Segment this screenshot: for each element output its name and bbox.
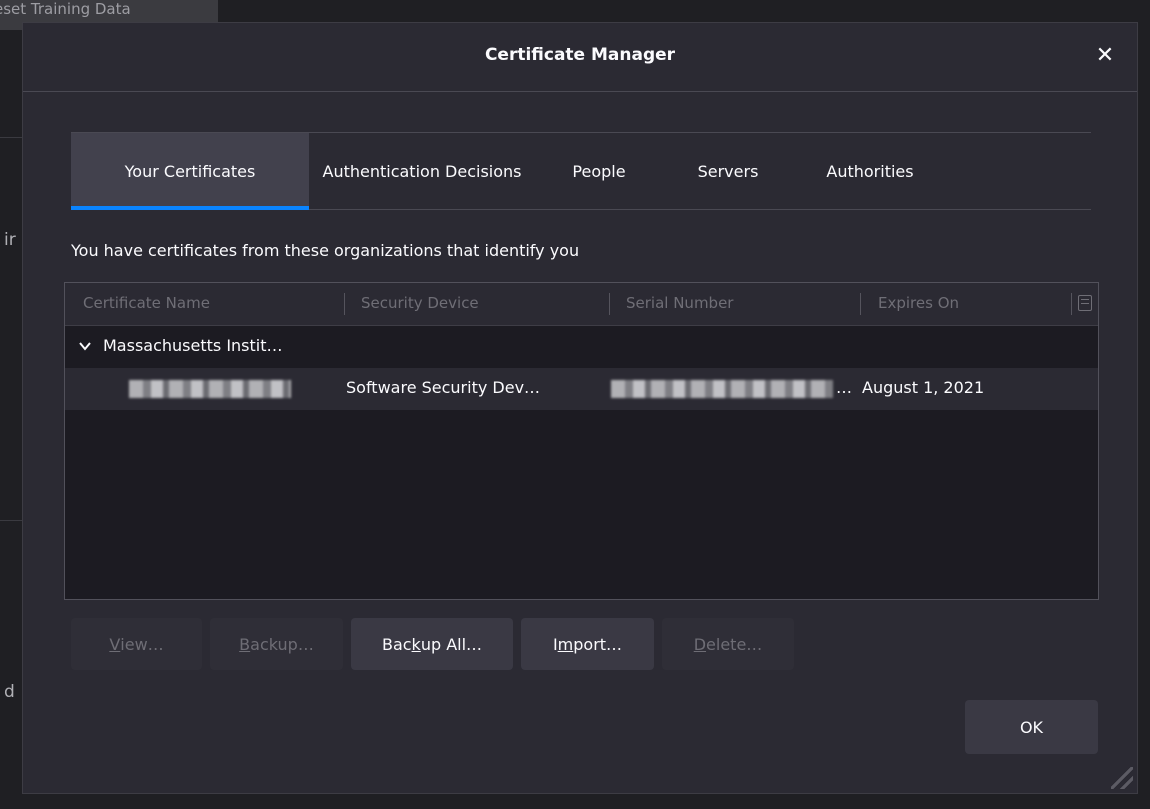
- dialog-titlebar: Certificate Manager ✕: [23, 23, 1137, 92]
- tab-people[interactable]: People: [535, 133, 663, 209]
- column-header-security-device[interactable]: Security Device: [361, 294, 479, 312]
- cell-serial-ellipsis: …: [836, 378, 852, 397]
- certificate-manager-dialog: Certificate Manager ✕ Your Certificates …: [22, 22, 1138, 794]
- access-key: m: [557, 634, 574, 654]
- background-text-fragment: ir: [4, 230, 16, 250]
- cell-expires-on: August 1, 2021: [862, 378, 985, 397]
- background-text-fragment: d: [4, 682, 15, 702]
- chevron-down-icon[interactable]: [79, 340, 91, 352]
- view-button[interactable]: View…: [71, 618, 202, 670]
- access-key: k: [411, 634, 421, 654]
- tree-group-row[interactable]: Massachusetts Instit…: [65, 326, 1098, 368]
- tab-your-certificates[interactable]: Your Certificates: [71, 133, 309, 210]
- redacted-certificate-name: [129, 380, 291, 398]
- close-icon[interactable]: ✕: [1089, 39, 1121, 71]
- column-header-certificate-name[interactable]: Certificate Name: [83, 294, 210, 312]
- access-key: B: [239, 634, 251, 654]
- column-separator[interactable]: [860, 293, 861, 315]
- column-header-expires-on[interactable]: Expires On: [878, 294, 959, 312]
- resize-grip-icon[interactable]: [1111, 767, 1133, 789]
- tree-header: Certificate Name Security Device Serial …: [65, 283, 1098, 326]
- background-divider: [0, 520, 22, 521]
- column-header-serial-number[interactable]: Serial Number: [626, 294, 733, 312]
- background-divider: [0, 137, 22, 138]
- delete-button[interactable]: Delete…: [662, 618, 794, 670]
- certificate-tree[interactable]: Certificate Name Security Device Serial …: [64, 282, 1099, 600]
- column-separator[interactable]: [609, 293, 610, 315]
- dialog-title: Certificate Manager: [484, 45, 676, 65]
- access-key: D: [693, 634, 707, 654]
- column-picker-icon[interactable]: [1078, 295, 1092, 311]
- tab-servers[interactable]: Servers: [663, 133, 793, 209]
- import-button[interactable]: Im port…: [521, 618, 654, 670]
- backup-button[interactable]: Backup…: [210, 618, 343, 670]
- backup-all-button[interactable]: Bac k up All…: [351, 618, 513, 670]
- column-separator[interactable]: [1071, 293, 1072, 315]
- description-text: You have certificates from these organiz…: [71, 241, 580, 260]
- cell-security-device: Software Security Dev…: [346, 378, 541, 397]
- column-separator[interactable]: [344, 293, 345, 315]
- access-key: V: [109, 634, 121, 654]
- group-label: Massachusetts Instit…: [103, 336, 283, 355]
- table-row[interactable]: Software Security Dev… … August 1, 2021: [65, 368, 1098, 410]
- redacted-serial-number: [611, 380, 833, 398]
- ok-button[interactable]: OK: [965, 700, 1098, 754]
- tab-authorities[interactable]: Authorities: [793, 133, 947, 209]
- tab-bar: Your Certificates Authentication Decisio…: [71, 132, 1091, 210]
- tab-authentication-decisions[interactable]: Authentication Decisions: [309, 133, 535, 209]
